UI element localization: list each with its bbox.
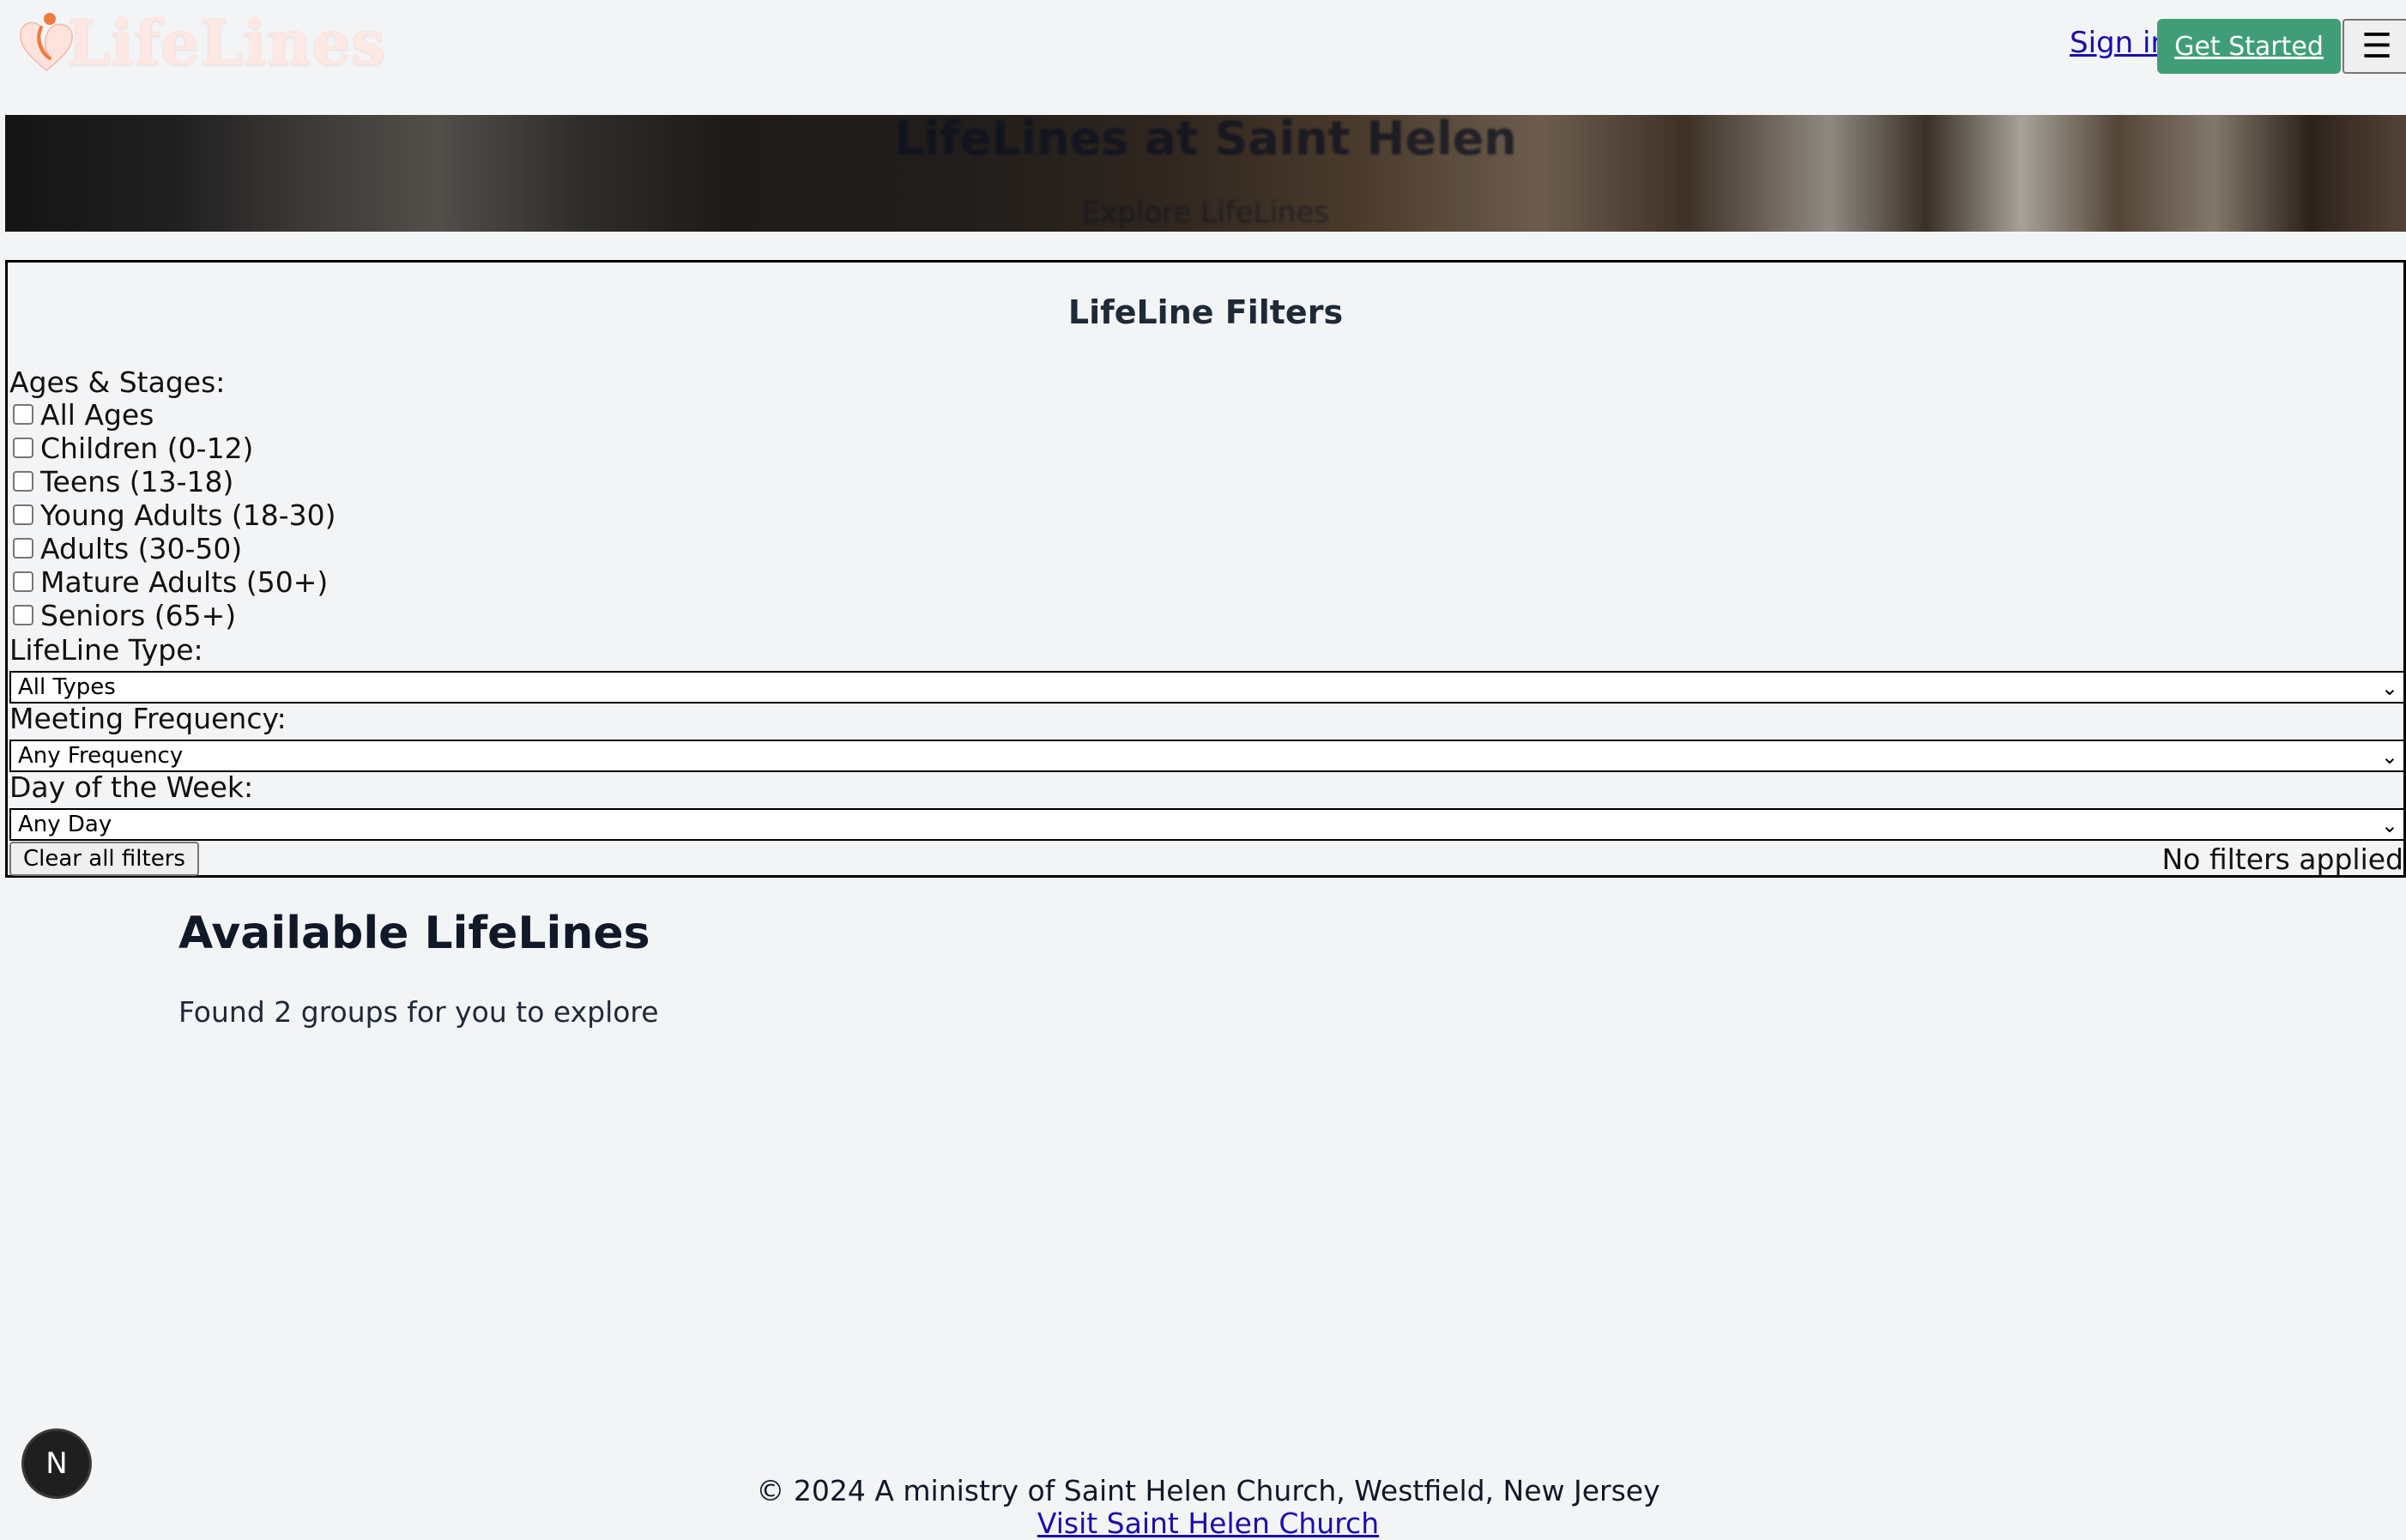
chevron-down-icon: ⌄ <box>2380 745 2398 769</box>
type-select-value: All Types <box>18 674 116 700</box>
clear-filters-button[interactable]: Clear all filters <box>9 842 199 876</box>
sign-in-link[interactable]: Sign in <box>2070 26 2169 60</box>
frequency-select[interactable]: Any Frequency ⌄ <box>9 740 2405 772</box>
day-label: Day of the Week: <box>9 770 254 804</box>
age-option-adults[interactable]: Adults (30-50) <box>13 532 242 565</box>
age-option-seniors[interactable]: Seniors (65+) <box>13 598 237 632</box>
age-option-label: Seniors (65+) <box>40 598 237 632</box>
get-started-button[interactable]: Get Started <box>2157 19 2341 74</box>
filter-status-text: No filters applied <box>2161 842 2403 876</box>
frequency-label: Meeting Frequency: <box>9 702 287 735</box>
filters-title: LifeLine Filters <box>1067 293 1344 331</box>
hero-title: LifeLines at Saint Helen <box>894 115 1517 166</box>
hero-banner: LifeLines at Saint Helen Explore LifeLin… <box>5 115 2406 232</box>
day-select-value: Any Day <box>18 812 112 837</box>
hero-subtitle: Explore LifeLines <box>1081 196 1330 230</box>
age-option-label: Children (0-12) <box>40 431 254 465</box>
chevron-down-icon: ⌄ <box>2380 813 2398 837</box>
results-count: Found 2 groups for you to explore <box>178 995 659 1029</box>
age-option-all[interactable]: All Ages <box>13 397 154 432</box>
menu-button[interactable]: ☰ <box>2343 19 2406 74</box>
age-option-label: Teens (13-18) <box>40 464 234 498</box>
footer-church-link[interactable]: Visit Saint Helen Church <box>0 1507 2406 1540</box>
age-option-label: Young Adults (18-30) <box>40 498 336 532</box>
type-label: LifeLine Type: <box>9 633 203 667</box>
checkbox[interactable] <box>13 538 33 559</box>
filters-panel: LifeLine Filters Ages & Stages: All Ages… <box>5 260 2406 878</box>
hamburger-menu-icon: ☰ <box>2361 27 2392 66</box>
type-select[interactable]: All Types ⌄ <box>9 671 2405 704</box>
checkbox[interactable] <box>13 404 33 425</box>
results-title: Available LifeLines <box>178 908 650 959</box>
age-option-label: Mature Adults (50+) <box>40 565 329 599</box>
logo-text: LifeLines <box>67 6 386 79</box>
badge-letter: N <box>45 1446 68 1481</box>
age-option-teens[interactable]: Teens (13-18) <box>13 465 233 498</box>
ages-label: Ages & Stages: <box>9 365 226 399</box>
age-option-label: All Ages <box>40 397 154 432</box>
age-option-children[interactable]: Children (0-12) <box>13 431 254 465</box>
age-option-mature-adults[interactable]: Mature Adults (50+) <box>13 565 329 599</box>
checkbox[interactable] <box>13 605 33 625</box>
frequency-select-value: Any Frequency <box>18 743 184 769</box>
day-select[interactable]: Any Day ⌄ <box>9 808 2405 841</box>
age-option-label: Adults (30-50) <box>40 531 243 565</box>
footer-copyright: © 2024 A ministry of Saint Helen Church,… <box>756 1474 1660 1507</box>
checkbox[interactable] <box>13 504 33 525</box>
checkbox[interactable] <box>13 571 33 592</box>
site-logo[interactable]: LifeLines <box>15 12 385 74</box>
chevron-down-icon: ⌄ <box>2380 676 2398 700</box>
checkbox[interactable] <box>13 471 33 492</box>
age-option-young-adults[interactable]: Young Adults (18-30) <box>13 498 336 532</box>
next-dev-badge[interactable]: N <box>24 1431 89 1496</box>
checkbox[interactable] <box>13 438 33 458</box>
